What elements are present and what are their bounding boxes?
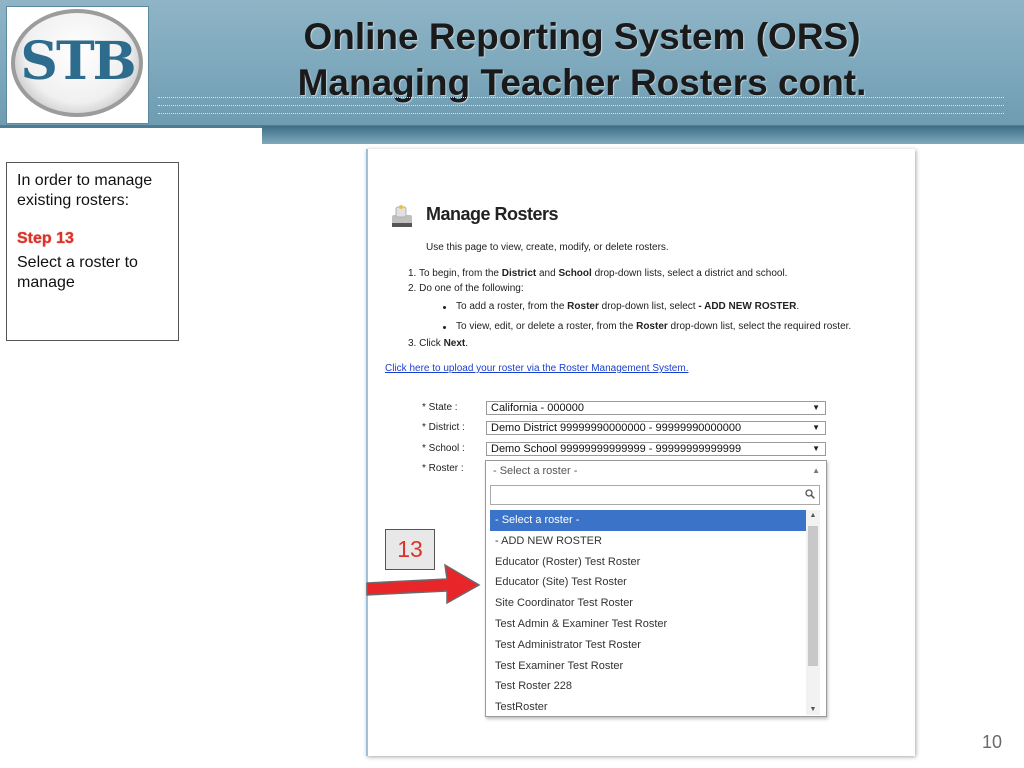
dropdown-scrollbar[interactable]: ▲ ▼ [806,510,820,715]
page-title: Manage Rosters [426,204,559,224]
roster-option[interactable]: TestRoster [490,697,806,718]
district-select[interactable]: Demo District 99999990000000 - 999999900… [486,421,826,435]
instruction-box: In order to manage existing rosters: Ste… [6,162,179,341]
instruction-bullet-view: To view, edit, or delete a roster, from … [456,321,852,332]
screenshot-panel: Manage Rosters Use this page to view, cr… [366,149,915,756]
state-label: * State : [422,402,458,413]
roster-option[interactable]: Educator (Roster) Test Roster [490,552,806,573]
logo: STB [6,6,149,124]
slide-header: STB Online Reporting System (ORS) Managi… [0,0,1024,128]
instruction-bullet-add: To add a roster, from the Roster drop-do… [456,301,800,312]
roster-label: * Roster : [422,463,464,474]
roster-option-selected[interactable]: - Select a roster - [490,510,806,531]
state-value: California - 000000 [491,402,584,414]
roster-option[interactable]: Educator (Site) Test Roster [490,572,806,593]
chevron-down-icon: ▼ [812,403,820,412]
logo-text: STB [20,31,136,92]
dotted-rule [158,97,1004,98]
step-label: Step 13 [17,230,74,247]
roster-select[interactable]: - Select a roster - ▲ [486,461,826,481]
title-line-1: Online Reporting System (ORS) [303,16,861,57]
dotted-rule [158,113,1004,114]
chevron-down-icon: ▼ [812,444,820,453]
scrollbar-thumb[interactable] [808,526,818,666]
roster-option[interactable]: Test Examiner Test Roster [490,656,806,677]
page-subtitle: Use this page to view, create, modify, o… [426,242,669,253]
red-arrow-icon [366,563,481,605]
roster-option[interactable]: Test Admin & Examiner Test Roster [490,614,806,635]
school-select[interactable]: Demo School 99999999999999 - 99999999999… [486,442,826,456]
header-shelf [262,126,1024,144]
upload-roster-link[interactable]: Click here to upload your roster via the… [385,363,688,374]
district-label: * District : [422,422,465,433]
roster-option[interactable]: Test Roster 228 [490,676,806,697]
scroll-down-icon[interactable]: ▼ [806,706,820,713]
roster-option[interactable]: Test Administrator Test Roster [490,635,806,656]
step-description: Select a roster to manage [17,254,138,291]
roster-option[interactable]: Site Coordinator Test Roster [490,593,806,614]
state-select[interactable]: California - 000000 ▼ [486,401,826,415]
roster-icon [392,205,412,227]
bullet-icon [443,326,446,329]
roster-option[interactable]: - ADD NEW ROSTER [490,531,806,552]
school-label: * School : [422,443,465,454]
search-icon [805,489,815,499]
school-value: Demo School 99999999999999 - 99999999999… [491,443,742,455]
instruction-step-3: 3. Click Next. [408,338,469,349]
instruction-step-1: 1. To begin, from the District and Schoo… [408,268,788,279]
dotted-rule [158,105,1004,106]
slide-title: Online Reporting System (ORS) Managing T… [160,14,1004,106]
chevron-up-icon: ▲ [812,466,820,475]
roster-search-input[interactable] [490,485,820,505]
page-number: 10 [981,732,1003,752]
bullet-icon [443,306,446,309]
scroll-up-icon[interactable]: ▲ [806,512,820,519]
roster-value: - Select a roster - [493,465,578,477]
chevron-down-icon: ▼ [812,423,820,432]
instruction-step-2: 2. Do one of the following: [408,283,524,294]
roster-options-list: - Select a roster - - ADD NEW ROSTER Edu… [490,510,806,718]
district-value: Demo District 99999990000000 - 999999900… [491,422,742,434]
roster-dropdown[interactable]: - Select a roster - ▲ - Select a roster … [485,460,827,717]
instruction-intro: In order to manage existing rosters: [17,172,153,209]
